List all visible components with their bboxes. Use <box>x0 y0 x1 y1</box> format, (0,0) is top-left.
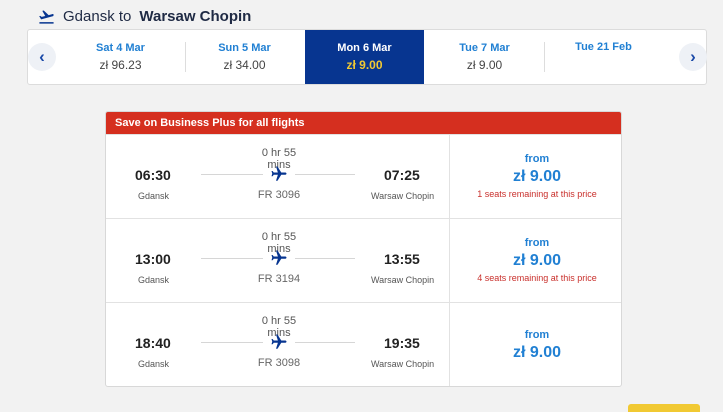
depart-city: Gdansk <box>138 191 170 201</box>
plane-takeoff-icon <box>39 10 54 24</box>
arrive-city: Warsaw Chopin <box>371 275 435 285</box>
arrive-time: 13:55 <box>384 251 420 267</box>
flight-details[interactable]: 06:30 Gdansk 0 hr 55 mins FR 3096 07:25 … <box>106 135 449 219</box>
arrive-time: 07:25 <box>384 167 420 183</box>
chevron-right-icon: › <box>690 47 696 66</box>
date-tab-price: zł 34.00 <box>223 58 266 72</box>
date-tab-price: zł 9.00 <box>466 58 503 72</box>
fare-select-button[interactable]: from zł 9.00 <box>449 303 621 386</box>
flight-row: 06:30 Gdansk 0 hr 55 mins FR 3096 07:25 … <box>106 134 621 219</box>
depart-city: Gdansk <box>138 275 170 285</box>
date-tab-day: Tue 21 Feb <box>575 41 632 53</box>
date-tab-price: zł 9.00 <box>346 58 383 72</box>
route-header: Gdansk to Warsaw Chopin <box>38 6 251 26</box>
date-tab-day: Mon 6 Mar <box>337 42 392 54</box>
seats-remaining-note: 1 seats remaining at this price <box>477 189 597 199</box>
route-line <box>201 174 263 175</box>
arrive-city: Warsaw Chopin <box>371 191 435 201</box>
price-from-label: from <box>524 153 550 165</box>
plane-icon <box>271 334 287 349</box>
date-tab-selected[interactable]: Mon 6 Mar zł 9.00 <box>305 30 424 84</box>
prev-dates-button[interactable]: ‹ <box>28 43 56 71</box>
date-tab-day: Sat 4 Mar <box>96 42 145 54</box>
plane-icon <box>271 250 287 265</box>
route-line <box>295 174 355 175</box>
date-tab[interactable]: Tue 21 Feb <box>544 30 663 84</box>
flight-row: 18:40 Gdansk 0 hr 55 mins FR 3098 19:35 … <box>106 302 621 386</box>
fare-price: zł 9.00 <box>512 168 562 185</box>
date-tab-day: Tue 7 Mar <box>459 42 510 54</box>
fare-price: zł 9.00 <box>512 344 562 361</box>
arrive-city: Warsaw Chopin <box>371 359 435 369</box>
price-from-label: from <box>524 329 550 341</box>
flight-row: 13:00 Gdansk 0 hr 55 mins FR 3194 13:55 … <box>106 218 621 303</box>
arrive-time: 19:35 <box>384 335 420 351</box>
date-tab-day: Sun 5 Mar <box>218 42 271 54</box>
route-line <box>201 258 263 259</box>
route-line <box>201 342 263 343</box>
route-line <box>295 342 355 343</box>
date-selector: ‹ Sat 4 Mar zł 96.23 Sun 5 Mar zł 34.00 … <box>27 29 707 85</box>
next-dates-button[interactable]: › <box>679 43 707 71</box>
depart-time: 13:00 <box>135 251 171 267</box>
route-destination: Warsaw Chopin <box>139 7 252 25</box>
depart-time: 06:30 <box>135 167 171 183</box>
fare-price: zł 9.00 <box>512 252 562 269</box>
depart-time: 18:40 <box>135 335 171 351</box>
chevron-left-icon: ‹ <box>39 47 45 66</box>
seats-remaining-note: 4 seats remaining at this price <box>477 273 597 283</box>
date-tab-price: zł 96.23 <box>99 58 142 72</box>
continue-button-edge[interactable] <box>628 404 700 412</box>
depart-city: Gdansk <box>138 359 170 369</box>
fare-select-button[interactable]: from zł 9.00 1 seats remaining at this p… <box>449 135 621 219</box>
flight-number: FR 3194 <box>257 273 301 285</box>
flight-results: Save on Business Plus for all flights 06… <box>105 111 622 387</box>
route-line <box>295 258 355 259</box>
plane-icon <box>271 166 287 181</box>
route-origin-text: Gdansk to <box>63 7 132 25</box>
flight-number: FR 3096 <box>257 189 301 201</box>
business-plus-banner: Save on Business Plus for all flights <box>106 112 621 134</box>
flight-number: FR 3098 <box>257 357 301 369</box>
price-from-label: from <box>524 237 550 249</box>
flight-details[interactable]: 13:00 Gdansk 0 hr 55 mins FR 3194 13:55 … <box>106 219 449 303</box>
date-tab[interactable]: Sat 4 Mar zł 96.23 <box>61 30 180 84</box>
flight-details[interactable]: 18:40 Gdansk 0 hr 55 mins FR 3098 19:35 … <box>106 303 449 386</box>
fare-select-button[interactable]: from zł 9.00 4 seats remaining at this p… <box>449 219 621 303</box>
date-tab[interactable]: Sun 5 Mar zł 34.00 <box>185 30 304 84</box>
date-tab[interactable]: Tue 7 Mar zł 9.00 <box>425 30 544 84</box>
